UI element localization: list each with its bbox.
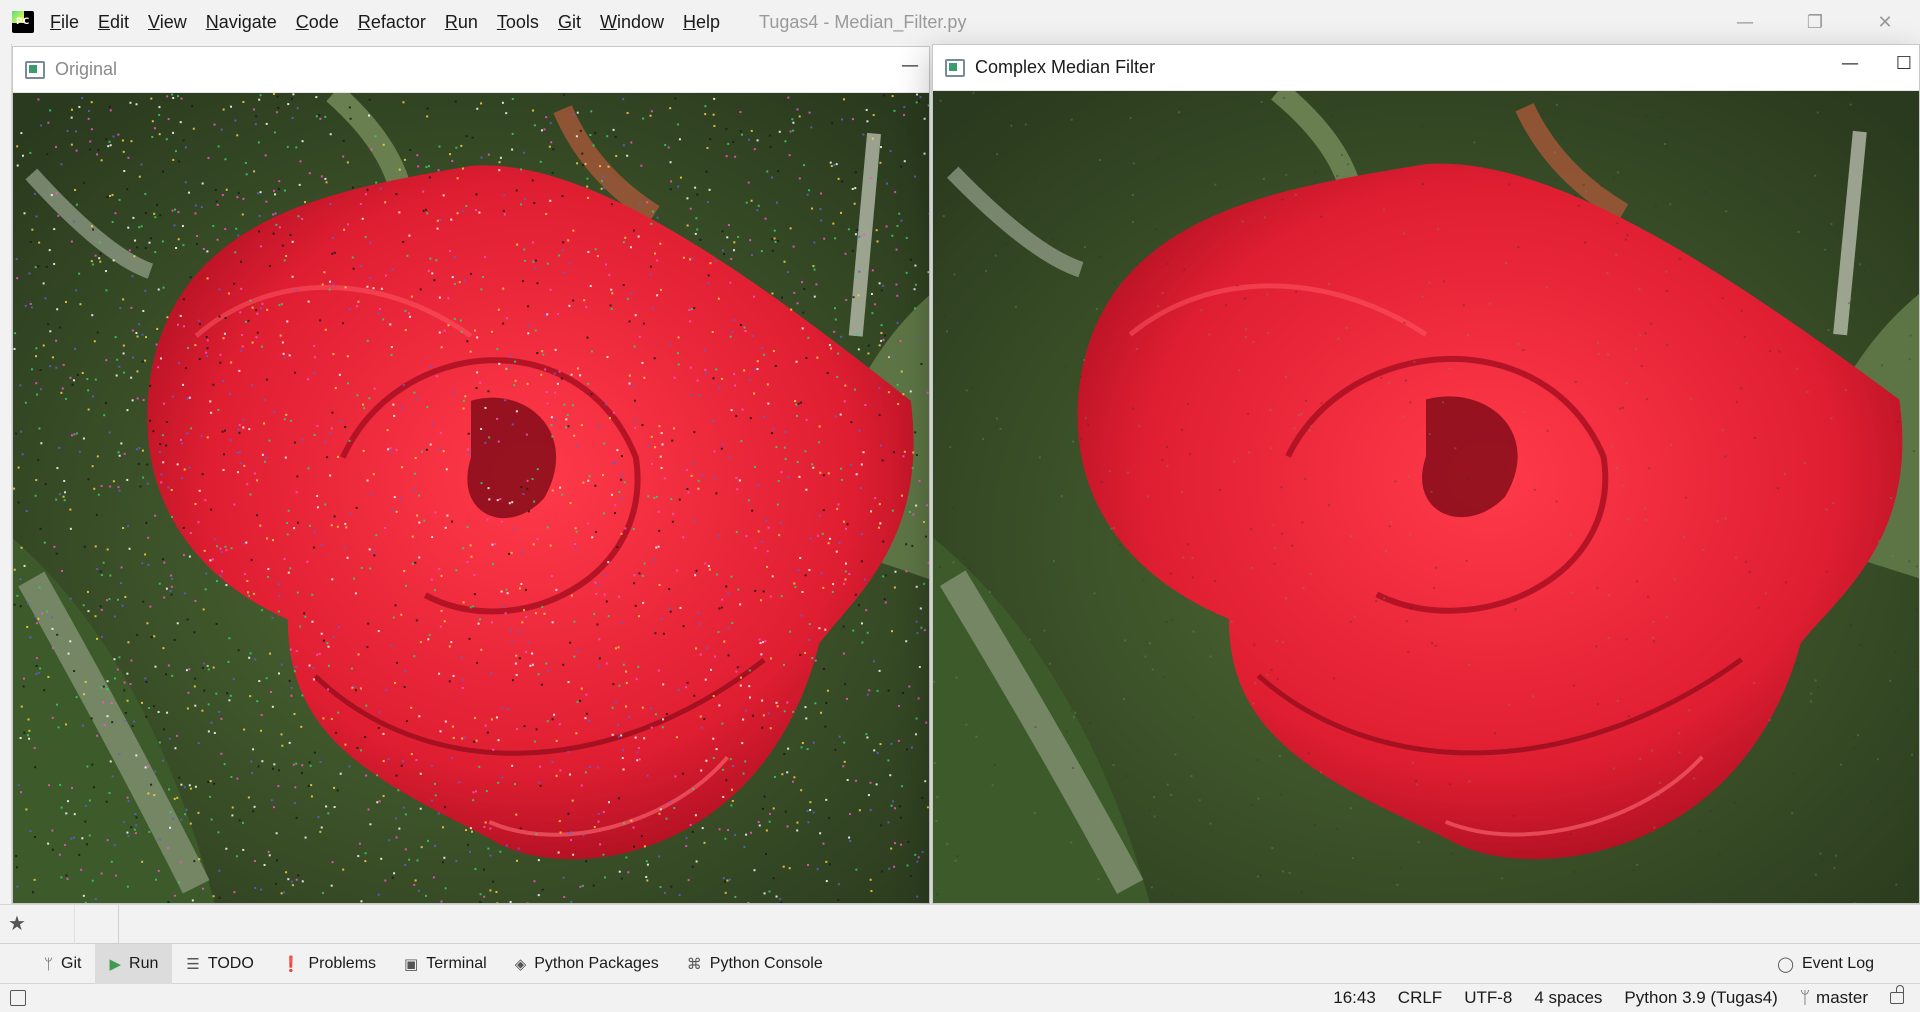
menu-help[interactable]: Help <box>683 12 720 33</box>
run-icon: ▶ <box>109 954 122 973</box>
original-image-window[interactable]: Original — <box>12 46 930 904</box>
line-separator[interactable]: CRLF <box>1398 988 1442 1008</box>
menu-run[interactable]: Run <box>445 12 478 33</box>
menu-navigate[interactable]: Navigate <box>206 12 277 33</box>
divider <box>118 905 119 945</box>
original-rose-image <box>13 93 929 903</box>
terminal-icon: ▣ <box>404 954 419 973</box>
original-window-title: Original <box>55 59 118 79</box>
lock-icon[interactable] <box>1890 985 1904 1004</box>
tool-label: Problems <box>308 954 377 972</box>
menu-git[interactable]: Git <box>558 12 581 33</box>
branch-icon: ᛘ <box>44 954 54 973</box>
menu-items: File Edit View Navigate Code Refactor Run Tools… <box>50 12 739 33</box>
status-bar: 16:43 CRLF UTF-8 4 spaces Python 3.9 (Tu… <box>0 984 1920 1012</box>
branch-icon: ᛘ <box>1799 988 1811 1008</box>
image-window-icon <box>945 58 965 77</box>
tool-todo[interactable]: ☰ TODO <box>172 944 267 984</box>
tool-label: Terminal <box>426 954 487 972</box>
tool-label: Git <box>61 954 82 972</box>
tool-window-bar: ᛘ Git ▶ Run ☰ TODO ❗ Problems ▣ Terminal ◈ Python P… <box>0 943 1920 984</box>
original-minimize-button[interactable]: — <box>895 55 925 76</box>
star-icon[interactable]: ★ <box>8 911 26 935</box>
indent-setting[interactable]: 4 spaces <box>1534 988 1602 1008</box>
menu-code[interactable]: Code <box>296 12 339 33</box>
image-window-icon <box>25 60 45 79</box>
pycharm-logo-icon[interactable]: PC <box>12 11 34 33</box>
minimize-button[interactable]: — <box>1710 0 1780 44</box>
filtered-minimize-button[interactable]: — <box>1835 53 1865 74</box>
menu-tools[interactable]: Tools <box>497 12 539 33</box>
menu-bar: PC File Edit View Navigate Code Refactor Run To… <box>0 0 1920 44</box>
original-window-caption[interactable]: Original — <box>13 47 929 93</box>
restore-button[interactable]: ❐ <box>1780 0 1850 44</box>
rose-image-filtered <box>933 91 1919 903</box>
git-branch[interactable]: ᛘ master <box>1800 988 1868 1008</box>
toggle-tool-windows-icon[interactable] <box>10 990 26 1006</box>
filtered-rose-image <box>933 91 1919 903</box>
tool-git[interactable]: ᛘ Git <box>30 944 95 984</box>
filtered-window-title: Complex Median Filter <box>975 57 1156 77</box>
tool-label: Run <box>129 954 159 972</box>
layers-icon: ◈ <box>514 954 527 973</box>
filtered-image-window[interactable]: Complex Median Filter — ☐ <box>932 44 1920 904</box>
filtered-window-caption[interactable]: Complex Median Filter — ☐ <box>933 45 1919 91</box>
menu-refactor[interactable]: Refactor <box>358 12 426 33</box>
menu-view[interactable]: View <box>148 12 187 33</box>
tool-run[interactable]: ▶ Run <box>95 943 173 984</box>
window-title: Tugas4 - Median_Filter.py <box>759 11 967 32</box>
status-bar-widgets: 16:43 CRLF UTF-8 4 spaces Python 3.9 (Tu… <box>1333 984 1920 1012</box>
menu-edit[interactable]: Edit <box>98 12 129 33</box>
warning-icon: ❗ <box>281 954 301 973</box>
tool-label: TODO <box>207 954 254 972</box>
menu-window[interactable]: Window <box>600 12 664 33</box>
git-branch-label: master <box>1816 988 1868 1007</box>
tool-label: Python Packages <box>534 954 659 972</box>
tool-label: Python Console <box>709 954 823 972</box>
file-encoding[interactable]: UTF-8 <box>1464 988 1512 1008</box>
list-icon: ☰ <box>186 954 200 973</box>
divider <box>74 905 75 945</box>
tool-python-packages[interactable]: ◈ Python Packages <box>501 944 673 984</box>
caret-position[interactable]: 16:43 <box>1333 988 1376 1008</box>
python-interpreter[interactable]: Python 3.9 (Tugas4) <box>1624 988 1777 1008</box>
filtered-maximize-button[interactable]: ☐ <box>1889 53 1919 74</box>
window-controls: — ❐ ✕ <box>1710 0 1920 44</box>
rose-image-noisy <box>13 93 929 903</box>
left-tool-gutter <box>0 44 12 904</box>
event-log-icon: ◯ <box>1777 955 1794 973</box>
event-log-button[interactable]: ◯ Event Log <box>1777 944 1874 984</box>
favorites-strip: ★ <box>0 904 1920 945</box>
tool-terminal[interactable]: ▣ Terminal <box>390 944 501 984</box>
python-icon: ⌘ <box>686 954 702 973</box>
close-button[interactable]: ✕ <box>1850 0 1920 44</box>
menu-file[interactable]: File <box>50 12 79 33</box>
tool-problems[interactable]: ❗ Problems <box>268 944 390 984</box>
event-log-label: Event Log <box>1801 955 1874 972</box>
tool-python-console[interactable]: ⌘ Python Console <box>673 944 837 984</box>
